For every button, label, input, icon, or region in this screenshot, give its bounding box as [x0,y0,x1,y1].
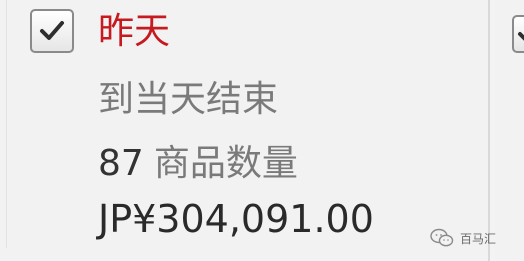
item-count: 87 商品数量 [98,146,298,182]
item-count-label: 商品数量 [153,143,298,184]
date-range-card[interactable]: 昨天 到当天结束 87 商品数量 JP¥304,091.00 [0,0,490,261]
watermark: 百马汇 [430,227,496,249]
card-divider [6,0,7,248]
checkmark-icon [518,32,524,41]
next-card-checkbox[interactable] [512,15,524,53]
wechat-icon [430,228,454,247]
item-count-value: 87 [98,143,144,184]
period-description: 到当天结束 [98,79,279,120]
sales-amount: JP¥304,091.00 [98,197,374,241]
watermark-text: 百马汇 [460,231,497,246]
card-checkbox[interactable] [30,9,74,53]
period-label: 昨天 [98,11,171,52]
checkmark-icon [40,21,64,40]
